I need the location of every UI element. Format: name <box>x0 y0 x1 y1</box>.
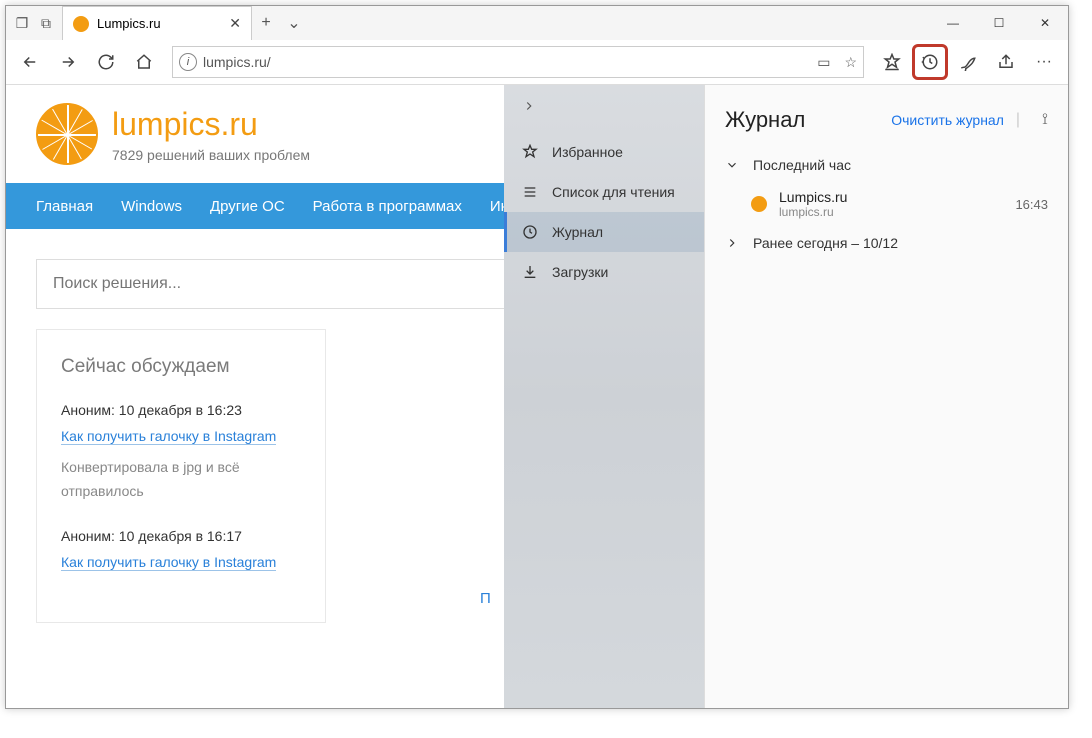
comment-author: Аноним: 10 декабря в 16:17 <box>61 528 301 544</box>
more-button[interactable]: ··· <box>1026 44 1062 80</box>
notes-button[interactable] <box>950 44 986 80</box>
chevron-down-icon <box>725 158 739 172</box>
clear-history-link[interactable]: Очистить журнал <box>891 112 1004 128</box>
site-tagline: 7829 решений ваших проблем <box>112 147 310 163</box>
history-section-toggle[interactable]: Последний час <box>705 149 1068 181</box>
discuss-widget: Сейчас обсуждаем Аноним: 10 декабря в 16… <box>36 329 326 623</box>
history-panel: Журнал Очистить журнал | ⟟ Последний час… <box>704 85 1068 708</box>
browser-tab[interactable]: Lumpics.ru ✕ <box>62 6 252 40</box>
nav-link[interactable]: Главная <box>22 198 107 215</box>
site-name: lumpics.ru <box>112 106 310 143</box>
forward-button[interactable] <box>50 44 86 80</box>
hub-panel: Избранное Список для чтения Журнал Загру… <box>504 85 1068 708</box>
favicon-icon <box>73 16 89 32</box>
partial-text: П <box>480 590 491 607</box>
history-title: Журнал <box>725 107 805 133</box>
address-bar[interactable]: i lumpics.ru/ ▭ ☆ <box>172 46 864 78</box>
history-section-toggle[interactable]: Ранее сегодня – 10/12 <box>705 227 1068 259</box>
nav-link[interactable]: Работа в программах <box>299 198 476 215</box>
comment-author: Аноним: 10 декабря в 16:23 <box>61 402 301 418</box>
history-entry-title: Lumpics.ru <box>779 189 847 205</box>
maximize-button[interactable]: ☐ <box>976 6 1022 40</box>
close-window-button[interactable]: ✕ <box>1022 6 1068 40</box>
new-tab-button[interactable]: + <box>252 6 280 40</box>
home-button[interactable] <box>126 44 162 80</box>
hub-reading-list[interactable]: Список для чтения <box>504 172 704 212</box>
window-titlebar: ❐ ⧉ Lumpics.ru ✕ + ⌄ — ☐ ✕ <box>6 6 1068 40</box>
set-aside-icon[interactable]: ⧉ <box>38 15 54 31</box>
history-hub-button[interactable] <box>912 44 948 80</box>
refresh-button[interactable] <box>88 44 124 80</box>
tab-preview-icon[interactable]: ❐ <box>14 15 30 31</box>
tab-dropdown-icon[interactable]: ⌄ <box>280 6 308 40</box>
site-logo-icon <box>36 103 98 165</box>
history-entry-time: 16:43 <box>1015 197 1048 212</box>
hub-item-label: Список для чтения <box>552 184 675 200</box>
history-section-label: Ранее сегодня – 10/12 <box>753 235 898 251</box>
comment-body: Конвертировала в jpg и всё отправилось <box>61 456 301 504</box>
reading-view-icon[interactable]: ▭ <box>817 54 830 71</box>
pin-icon[interactable]: ⟟ <box>1042 111 1048 129</box>
chevron-right-icon <box>725 236 739 250</box>
favorites-hub-button[interactable] <box>874 44 910 80</box>
url-text: lumpics.ru/ <box>203 54 271 70</box>
hub-downloads[interactable]: Загрузки <box>504 252 704 292</box>
nav-link[interactable]: Другие ОС <box>196 198 299 215</box>
favorite-star-icon[interactable]: ☆ <box>844 54 857 71</box>
discuss-item: Аноним: 10 декабря в 16:23 Как получить … <box>61 402 301 504</box>
share-button[interactable] <box>988 44 1024 80</box>
history-section-label: Последний час <box>753 157 851 173</box>
hub-item-label: Избранное <box>552 144 623 160</box>
tab-title: Lumpics.ru <box>97 16 161 31</box>
back-button[interactable] <box>12 44 48 80</box>
discuss-heading: Сейчас обсуждаем <box>61 356 301 378</box>
hub-item-label: Загрузки <box>552 264 608 280</box>
favicon-icon <box>751 196 767 212</box>
hub-history[interactable]: Журнал <box>504 212 704 252</box>
history-entry[interactable]: Lumpics.ru lumpics.ru 16:43 <box>705 181 1068 227</box>
comment-link[interactable]: Как получить галочку в Instagram <box>61 428 276 445</box>
close-tab-icon[interactable]: ✕ <box>229 15 241 32</box>
discuss-item: Аноним: 10 декабря в 16:17 Как получить … <box>61 528 301 572</box>
hub-nav: Избранное Список для чтения Журнал Загру… <box>504 85 704 708</box>
nav-link[interactable]: Windows <box>107 198 196 215</box>
minimize-button[interactable]: — <box>930 6 976 40</box>
hub-favorites[interactable]: Избранное <box>504 132 704 172</box>
hub-item-label: Журнал <box>552 224 603 240</box>
browser-toolbar: i lumpics.ru/ ▭ ☆ ··· <box>6 40 1068 85</box>
hub-expand-icon[interactable] <box>504 85 704 132</box>
site-info-icon[interactable]: i <box>179 53 197 71</box>
history-entry-domain: lumpics.ru <box>779 205 847 219</box>
comment-link[interactable]: Как получить галочку в Instagram <box>61 554 276 571</box>
